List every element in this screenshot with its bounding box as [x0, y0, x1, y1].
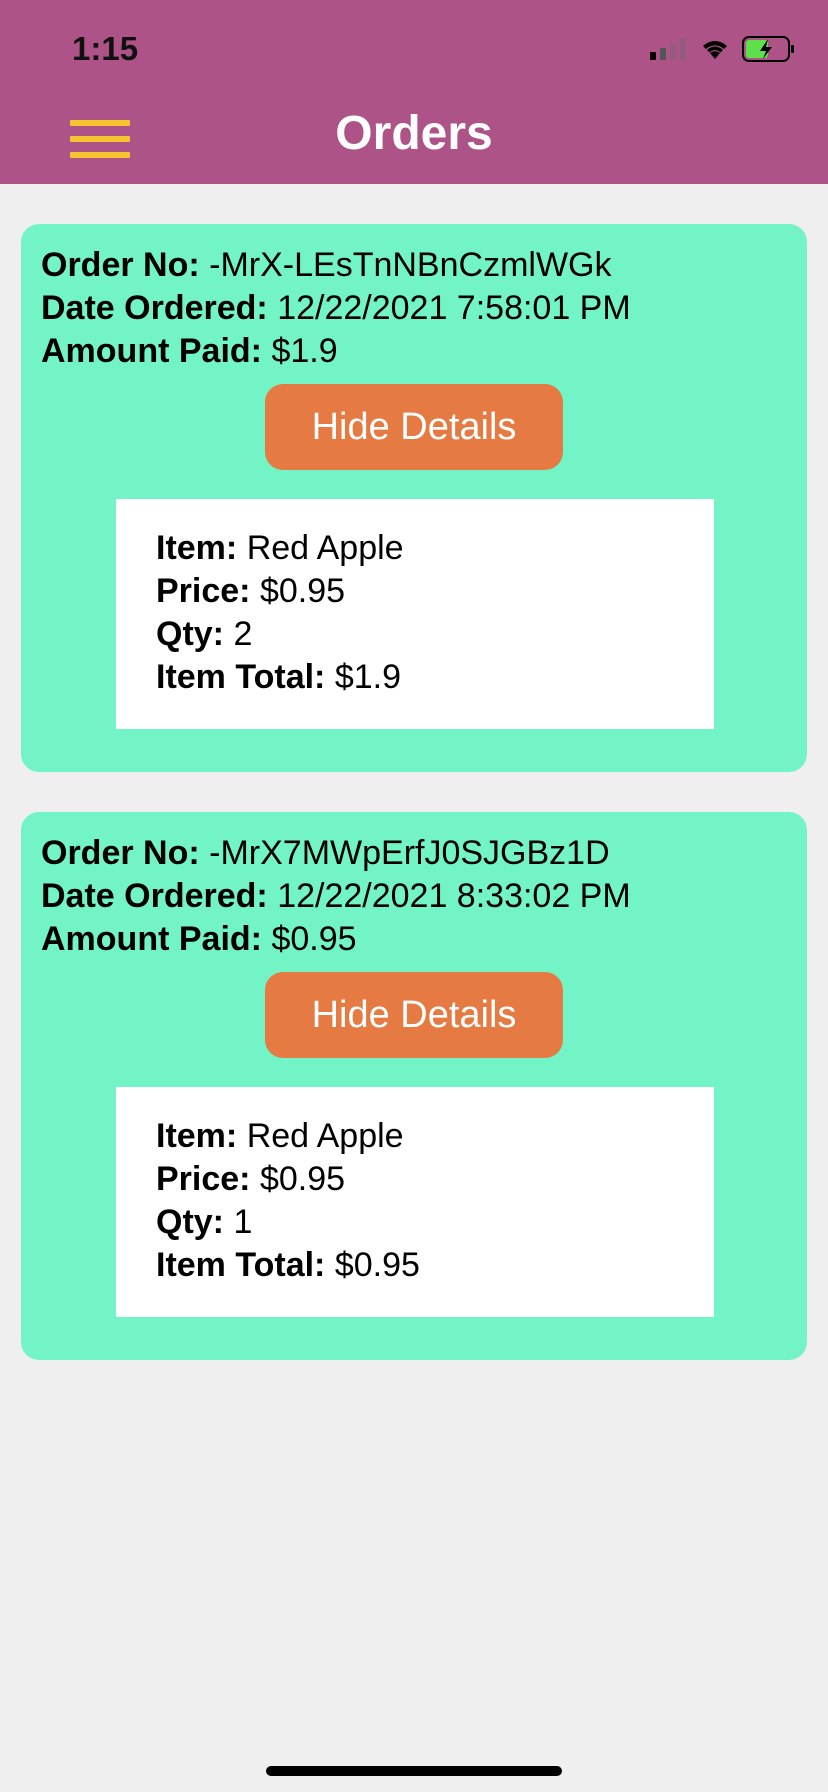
item-total: Item Total: $0.95 — [156, 1246, 420, 1285]
item-label: Item: — [156, 529, 238, 567]
item-qty: Qty: 1 — [156, 1203, 252, 1242]
item-name: Item: Red Apple — [156, 529, 404, 568]
order-number: Order No: -MrX-LEsTnNBnCzmlWGk — [41, 246, 611, 285]
price-value: $0.95 — [259, 572, 346, 610]
qty-value: 2 — [233, 615, 253, 653]
item-value: Red Apple — [246, 529, 404, 567]
page-title: Orders — [335, 107, 493, 160]
date-ordered: Date Ordered: 12/22/2021 8:33:02 PM — [41, 877, 631, 916]
home-indicator[interactable] — [266, 1766, 562, 1776]
item-total-value: $0.95 — [334, 1246, 420, 1284]
qty-label: Qty: — [156, 615, 224, 653]
amount-paid: Amount Paid: $0.95 — [41, 920, 357, 959]
status-time: 1:15 — [72, 30, 139, 67]
order-item-details: Item: Red Apple Price: $0.95 Qty: 1 Item… — [116, 1087, 714, 1317]
signal-icon — [650, 38, 686, 60]
item-name: Item: Red Apple — [156, 1117, 404, 1156]
order-item-details: Item: Red Apple Price: $0.95 Qty: 2 Item… — [116, 499, 714, 729]
qty-label: Qty: — [156, 1203, 224, 1241]
amount-paid-label: Amount Paid: — [41, 332, 262, 370]
amount-paid: Amount Paid: $1.9 — [41, 332, 338, 371]
price-label: Price: — [156, 1160, 251, 1198]
price-value: $0.95 — [259, 1160, 346, 1198]
status-icons — [650, 34, 796, 64]
app-header: 1:15 Orders — [0, 0, 828, 184]
date-ordered-label: Date Ordered: — [41, 289, 268, 327]
item-total-value: $1.9 — [334, 658, 402, 696]
amount-paid-value: $1.9 — [271, 332, 338, 370]
item-total-label: Item Total: — [156, 1246, 326, 1284]
item-total: Item Total: $1.9 — [156, 658, 401, 697]
amount-paid-label: Amount Paid: — [41, 920, 262, 958]
date-ordered-value: 12/22/2021 7:58:01 PM — [277, 289, 631, 327]
item-price: Price: $0.95 — [156, 572, 345, 611]
date-ordered-value: 12/22/2021 8:33:02 PM — [277, 877, 631, 915]
date-ordered: Date Ordered: 12/22/2021 7:58:01 PM — [41, 289, 631, 328]
item-label: Item: — [156, 1117, 238, 1155]
order-number-value: -MrX7MWpErfJ0SJGBz1D — [209, 834, 610, 872]
item-price: Price: $0.95 — [156, 1160, 345, 1199]
battery-charging-icon — [742, 36, 794, 62]
order-number-label: Order No: — [41, 246, 200, 284]
item-qty: Qty: 2 — [156, 615, 252, 654]
order-card: Order No: -MrX-LEsTnNBnCzmlWGk Date Orde… — [21, 224, 807, 772]
item-value: Red Apple — [246, 1117, 404, 1155]
order-card: Order No: -MrX7MWpErfJ0SJGBz1D Date Orde… — [21, 812, 807, 1360]
order-number-value: -MrX-LEsTnNBnCzmlWGk — [209, 246, 612, 284]
order-number: Order No: -MrX7MWpErfJ0SJGBz1D — [41, 834, 610, 873]
order-number-label: Order No: — [41, 834, 200, 872]
date-ordered-label: Date Ordered: — [41, 877, 268, 915]
wifi-icon — [703, 41, 727, 59]
item-total-label: Item Total: — [156, 658, 326, 696]
hide-details-button[interactable]: Hide Details — [265, 384, 563, 470]
price-label: Price: — [156, 572, 251, 610]
qty-value: 1 — [233, 1203, 253, 1241]
hide-details-button[interactable]: Hide Details — [265, 972, 563, 1058]
amount-paid-value: $0.95 — [271, 920, 357, 958]
